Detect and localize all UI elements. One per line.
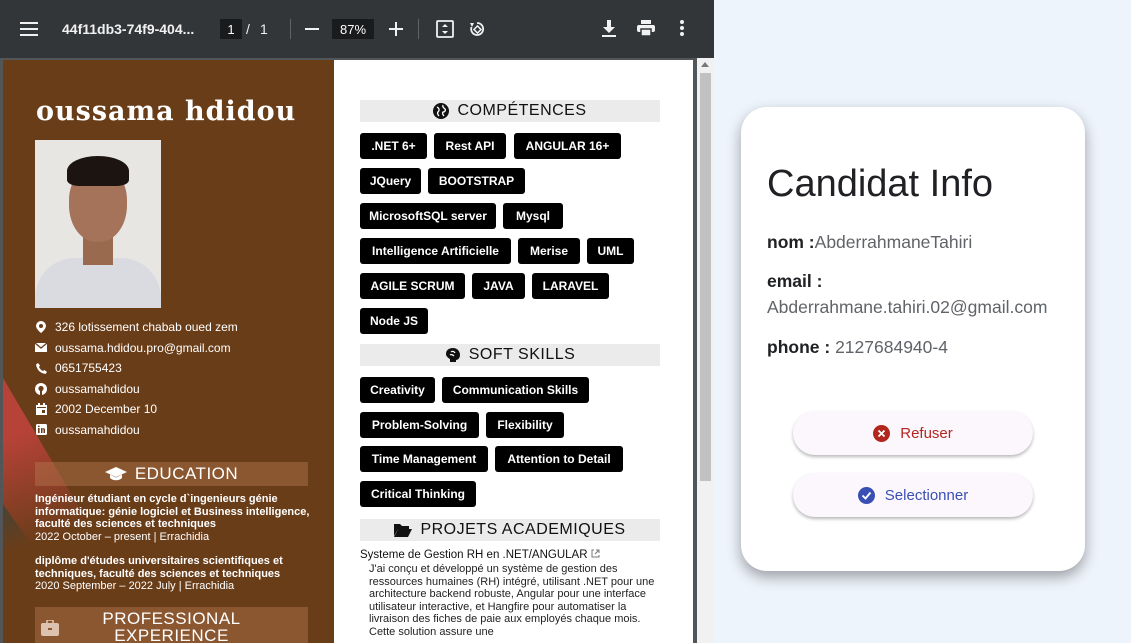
skill-tag: AGILE SCRUM: [360, 273, 465, 299]
contact-birthday: 2002 December 10: [35, 399, 238, 420]
contact-linkedin: oussamahdidou: [35, 420, 238, 441]
candidate-info-card: Candidat Info nom :AbderrahmaneTahiri em…: [741, 107, 1085, 571]
page-separator: /: [246, 21, 250, 37]
soft-skill-tag: Creativity: [360, 377, 435, 403]
phone-icon: [35, 362, 47, 374]
rotate-icon[interactable]: [466, 18, 488, 40]
skill-tag: Rest API: [434, 133, 506, 159]
cv-main: COMPÉTENCES .NET 6+ Rest API ANGULAR 16+…: [334, 60, 693, 643]
soft-skill-tag: Flexibility: [486, 412, 564, 438]
soft-skills-heading: SOFT SKILLS: [360, 344, 660, 366]
education-entry: diplôme d'études universitaires scientif…: [35, 555, 283, 592]
candidate-phone-field: phone : 2127684940-4: [767, 337, 948, 357]
document-title: 44f11db3-74f9-404...: [62, 21, 195, 37]
soft-skill-tag: Attention to Detail: [495, 446, 623, 472]
zoom-out-icon[interactable]: [302, 18, 322, 40]
skills-heading: COMPÉTENCES: [360, 100, 660, 122]
location-icon: [35, 321, 47, 334]
scroll-thumb[interactable]: [700, 73, 711, 481]
skill-tag: UML: [587, 238, 634, 264]
candidate-email-label: email :: [767, 271, 823, 291]
zoom-in-icon[interactable]: [386, 18, 406, 40]
project-title: Systeme de Gestion RH en .NET/ANGULAR: [360, 549, 600, 561]
github-icon: [35, 382, 47, 395]
pdf-page: oussama hdidou 326 lotissement chabab ou…: [3, 60, 693, 643]
page-total: 1: [260, 21, 268, 37]
profile-photo: [35, 140, 161, 308]
skill-tag: MicrosoftSQL server: [360, 203, 496, 229]
experience-heading: PROFESSIONAL EXPERIENCE: [35, 607, 308, 643]
contact-github: oussamahdidou: [35, 379, 238, 400]
print-icon[interactable]: [635, 17, 657, 39]
contact-address: 326 lotissement chabab oued zem: [35, 317, 238, 338]
select-button[interactable]: Selectionner: [793, 473, 1033, 517]
soft-skill-tag: Problem-Solving: [360, 412, 479, 438]
linkedin-icon: [35, 424, 47, 436]
skill-tag: ANGULAR 16+: [514, 133, 621, 159]
cancel-circle-icon: [873, 424, 891, 442]
zoom-level-input[interactable]: 87%: [332, 19, 374, 39]
menu-icon[interactable]: [18, 18, 40, 40]
contact-list: 326 lotissement chabab oued zem oussama.…: [35, 317, 238, 440]
scroll-up-icon[interactable]: [701, 62, 709, 67]
pdf-scrollbar[interactable]: [697, 58, 714, 643]
contact-phone: 0651755423: [35, 358, 238, 379]
external-link-icon[interactable]: [591, 549, 600, 561]
toolbar-divider: [290, 19, 291, 39]
soft-skill-tag: Time Management: [360, 446, 488, 472]
projects-heading: PROJETS ACADEMIQUES: [360, 519, 660, 541]
card-title: Candidat Info: [767, 163, 994, 205]
folder-open-icon: [394, 524, 413, 537]
education-entry: Ingénieur étudiant en cycle d`ingenieurs…: [35, 493, 310, 543]
brain-icon: [445, 348, 460, 362]
graduation-cap-icon: [104, 467, 127, 481]
skill-tag: Mysql: [503, 203, 563, 229]
mail-icon: [35, 342, 47, 354]
pdf-viewer: 44f11db3-74f9-404... 1 / 1 87% oussama h…: [0, 0, 714, 643]
candidate-email-value: Abderrahmane.tahiri.02@gmail.com: [767, 297, 1048, 317]
soft-skill-tag: Communication Skills: [442, 377, 589, 403]
pdf-toolbar: 44f11db3-74f9-404... 1 / 1 87%: [0, 0, 714, 58]
globe-icon: [433, 103, 450, 119]
soft-skill-tag: Critical Thinking: [360, 481, 476, 507]
skill-tag: LARAVEL: [532, 273, 609, 299]
skill-tag: Node JS: [360, 308, 428, 334]
skill-tag: JAVA: [472, 273, 525, 299]
candidate-name-field: nom :AbderrahmaneTahiri: [767, 232, 973, 252]
education-heading: EDUCATION: [35, 462, 308, 486]
skill-tag: JQuery: [360, 168, 421, 194]
skill-tag: BOOTSTRAP: [428, 168, 525, 194]
contact-email: oussama.hdidou.pro@gmail.com: [35, 338, 238, 359]
cv-name: oussama hdidou: [36, 96, 297, 127]
project-description: J'ai conçu et développé un système de ge…: [369, 563, 655, 638]
calendar-icon: [35, 403, 47, 416]
fit-page-icon[interactable]: [434, 18, 456, 40]
page-number-input[interactable]: 1: [220, 19, 242, 39]
skill-tag: Merise: [518, 238, 580, 264]
cv-sidebar: oussama hdidou 326 lotissement chabab ou…: [3, 60, 334, 643]
download-icon[interactable]: [598, 17, 620, 39]
more-options-icon[interactable]: [672, 17, 692, 39]
refuse-button[interactable]: Refuser: [793, 411, 1033, 455]
toolbar-divider: [418, 19, 419, 39]
skill-tag: .NET 6+: [360, 133, 427, 159]
check-circle-icon: [857, 486, 875, 504]
skill-tag: Intelligence Artificielle: [360, 238, 511, 264]
